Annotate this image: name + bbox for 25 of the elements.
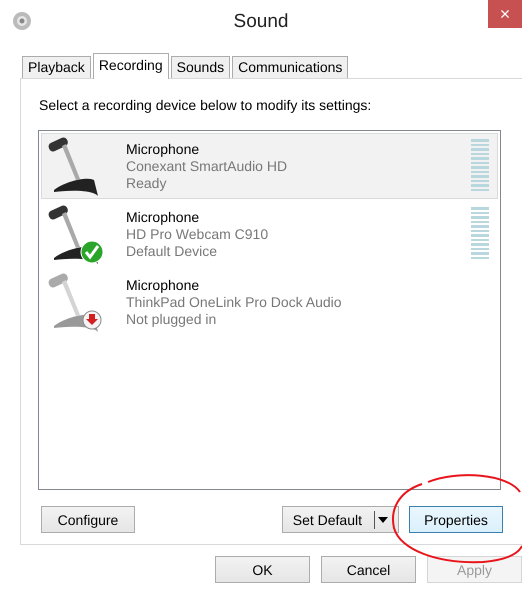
device-name: Microphone	[126, 277, 200, 294]
device-status: Ready	[126, 175, 168, 192]
window-title: Sound	[234, 10, 288, 34]
tab[interactable]: Communications	[232, 56, 348, 78]
device-row[interactable]: Microphone ThinkPad OneLink Pro Dock Audio Not plugged in	[41, 269, 498, 337]
device-row[interactable]: Microphone HD Pro Webcam C910 Default Device	[41, 201, 498, 269]
device-status: Not plugged in	[126, 311, 218, 328]
close-button[interactable]: ×	[488, 0, 522, 28]
device-name: Microphone	[126, 141, 200, 158]
push-button[interactable]: Properties	[409, 506, 503, 533]
device-name: Microphone	[126, 209, 200, 226]
tab[interactable]: Sounds	[170, 56, 230, 78]
instruction-text: Select a recording device below to modify its settings:	[39, 96, 372, 115]
dialog-button[interactable]: Cancel	[321, 556, 416, 583]
device-description: HD Pro Webcam C910	[126, 226, 270, 243]
device-description: ThinkPad OneLink Pro Dock Audio	[126, 294, 343, 311]
device-row[interactable]: Microphone Conexant SmartAudio HD Ready	[41, 133, 498, 199]
split-button[interactable]: Set Default	[282, 506, 399, 533]
tab[interactable]: Playback	[22, 56, 91, 78]
device-description: Conexant SmartAudio HD	[126, 158, 288, 175]
caret-icon	[378, 516, 388, 522]
push-button[interactable]: Configure	[41, 506, 135, 533]
dialog-button[interactable]: OK	[215, 556, 310, 583]
tab[interactable]: Recording	[92, 53, 169, 79]
device-status: Default Device	[126, 243, 218, 260]
